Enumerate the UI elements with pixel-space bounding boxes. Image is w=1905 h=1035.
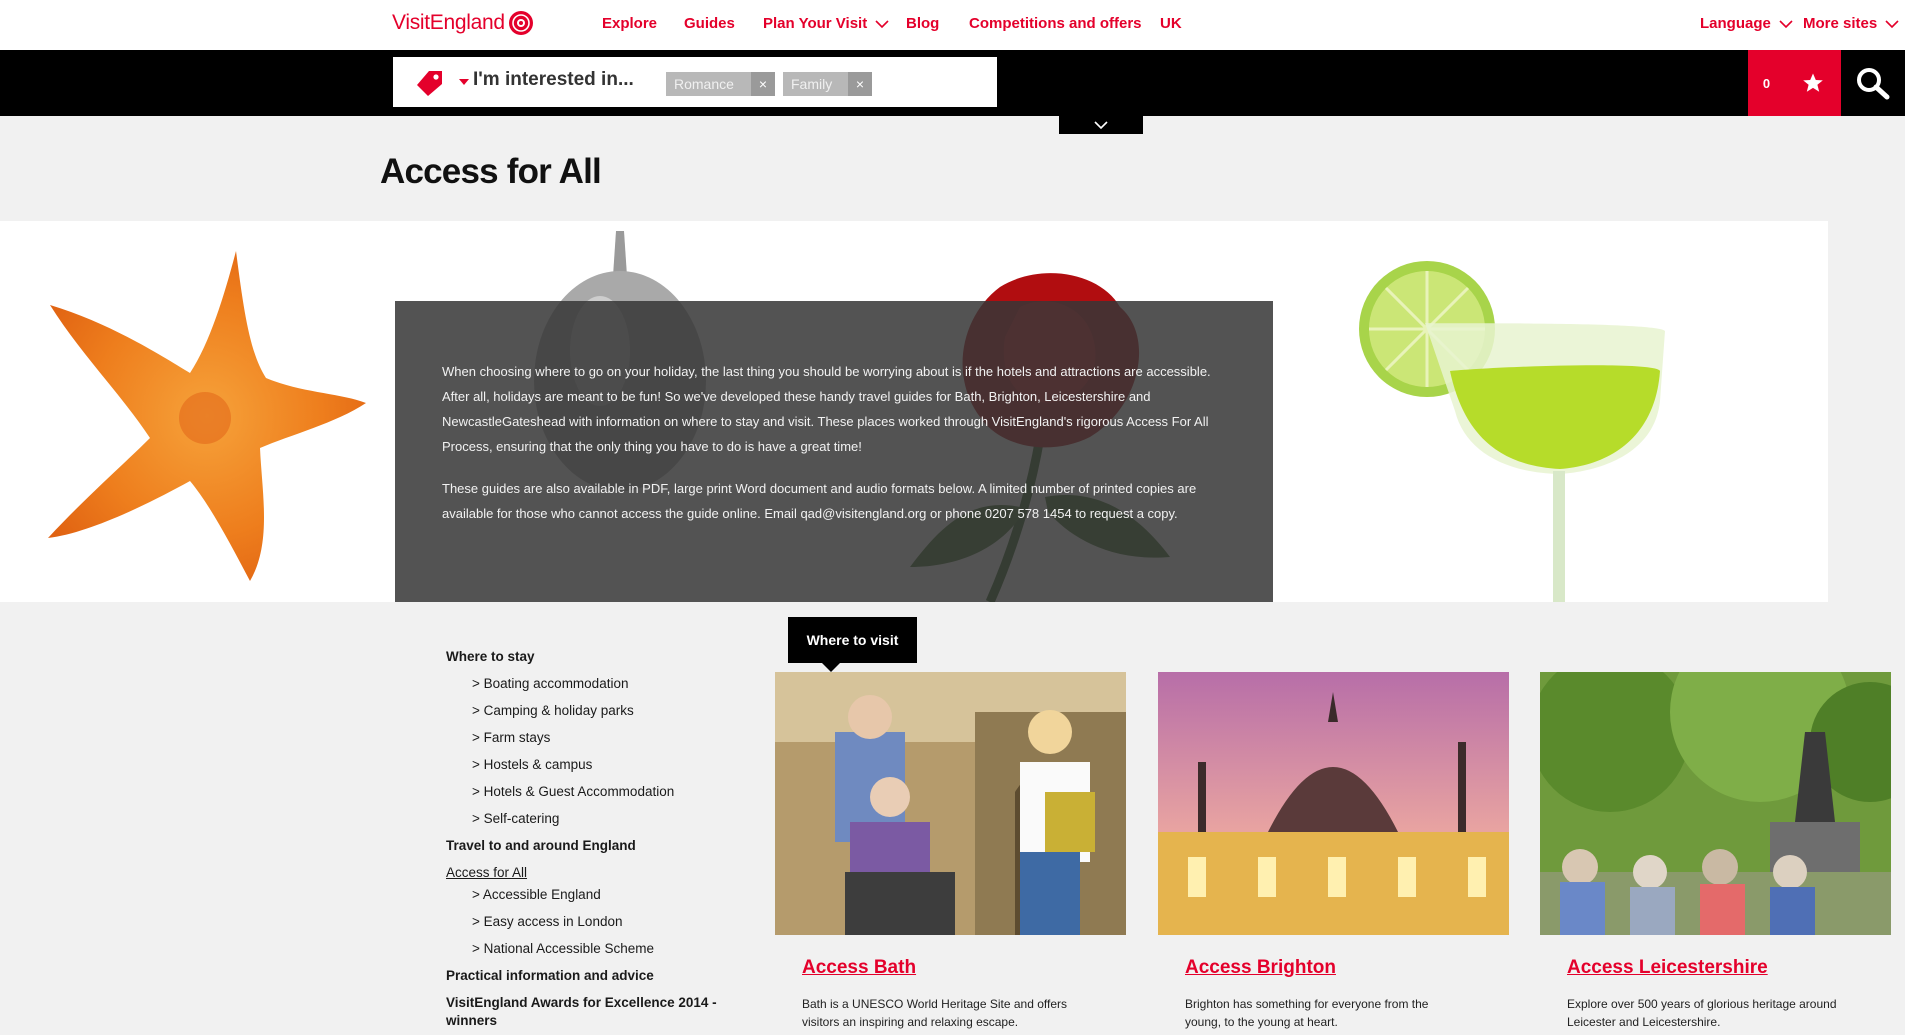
nav-explore-label: Explore <box>602 15 658 32</box>
filter-chip-family: Family × <box>783 72 872 96</box>
chevron-down-icon <box>1094 121 1108 130</box>
sidebar-navigation: Where to stay > Boating accommodation > … <box>446 648 746 1030</box>
interest-search-bar: I'm interested in... Romance × Family × … <box>0 50 1905 116</box>
chevron-down-icon <box>875 19 889 28</box>
nav-explore[interactable]: Explore <box>602 15 657 32</box>
nav-guides-label: Guides <box>684 15 735 32</box>
destination-card-leicestershire: Access Leicestershire Explore over 500 y… <box>1540 672 1891 1031</box>
star-icon <box>1803 73 1823 92</box>
card-title-leicestershire[interactable]: Access Leicestershire <box>1567 957 1768 979</box>
nav-blog-label: Blog <box>906 15 940 32</box>
tag-icon <box>417 71 442 96</box>
chevron-down-icon <box>1779 19 1793 28</box>
language-label: Language <box>1700 15 1771 32</box>
visitengland-logo[interactable]: VisitEngland <box>392 10 534 36</box>
chevron-down-icon <box>1885 19 1899 28</box>
bath-photo[interactable] <box>775 672 1126 935</box>
close-icon[interactable]: × <box>848 72 872 96</box>
brand-name: VisitEngland <box>392 11 505 34</box>
tab-where-to-visit[interactable]: Where to visit <box>788 617 917 663</box>
favourites-button[interactable] <box>1785 50 1841 116</box>
chip-label: Family <box>791 76 833 92</box>
intro-paragraph: These guides are also available in PDF, … <box>442 481 1197 521</box>
nav-guides[interactable]: Guides <box>684 15 735 32</box>
intro-paragraph: When choosing where to go on your holida… <box>442 364 1211 454</box>
destination-card-bath: Access Bath Bath is a UNESCO World Herit… <box>775 672 1126 1031</box>
rose-emblem-icon <box>508 11 533 35</box>
brighton-photo[interactable] <box>1158 672 1509 935</box>
starfish-image <box>48 251 366 581</box>
card-title-brighton[interactable]: Access Brighton <box>1185 957 1336 979</box>
interest-search-box[interactable]: I'm interested in... Romance × Family × <box>393 57 997 107</box>
more-sites-label: More sites <box>1803 15 1878 32</box>
sidebar-item-awards[interactable]: VisitEngland Awards for Excellence 2014 … <box>446 994 736 1030</box>
nav-blog[interactable]: Blog <box>906 15 939 32</box>
search-button[interactable] <box>1841 50 1905 116</box>
sidebar-item-camping[interactable]: > Camping & holiday parks <box>446 702 746 729</box>
more-sites-menu[interactable]: More sites <box>1803 15 1899 32</box>
caret-down-icon[interactable] <box>459 79 469 85</box>
card-description: Brighton has something for everyone from… <box>1185 997 1429 1029</box>
hero-banner: When choosing where to go on your holida… <box>0 221 1828 602</box>
leicestershire-photo[interactable] <box>1540 672 1891 935</box>
tab-pointer <box>822 663 840 672</box>
nav-plan-your-visit-label: Plan Your Visit <box>763 15 868 32</box>
card-description: Bath is a UNESCO World Heritage Site and… <box>802 997 1068 1029</box>
page-title: Access for All <box>380 152 602 191</box>
nav-uk-label: UK <box>1160 15 1182 32</box>
expand-search-tab[interactable] <box>1059 116 1143 134</box>
filter-chip-romance: Romance × <box>666 72 775 96</box>
chip-label: Romance <box>674 76 734 92</box>
sidebar-item-practical-info[interactable]: Practical information and advice <box>446 967 746 994</box>
sidebar-item-easy-access-london[interactable]: > Easy access in London <box>446 913 746 940</box>
sidebar-item-hostels[interactable]: > Hostels & campus <box>446 756 746 783</box>
sidebar-item-boating[interactable]: > Boating accommodation <box>446 675 746 702</box>
sidebar-item-self-catering[interactable]: > Self-catering <box>446 810 746 837</box>
sidebar-item-where-to-stay[interactable]: Where to stay <box>446 648 746 675</box>
sidebar-item-farm-stays[interactable]: > Farm stays <box>446 729 746 756</box>
close-icon[interactable]: × <box>751 72 775 96</box>
destination-card-brighton: Access Brighton Brighton has something f… <box>1158 672 1509 1031</box>
sidebar-item-travel[interactable]: Travel to and around England <box>446 837 746 864</box>
sidebar-item-accessible-england[interactable]: > Accessible England <box>446 886 746 913</box>
intro-overlay: When choosing where to go on your holida… <box>395 301 1273 602</box>
search-icon <box>1857 68 1890 100</box>
nav-competitions[interactable]: Competitions and offers <box>969 15 1142 32</box>
language-menu[interactable]: Language <box>1700 15 1793 32</box>
favourites-count-badge[interactable]: 0 <box>1748 50 1785 116</box>
card-title-bath[interactable]: Access Bath <box>802 957 916 979</box>
sidebar-item-hotels[interactable]: > Hotels & Guest Accommodation <box>446 783 746 810</box>
sidebar-item-access-for-all[interactable]: Access for All <box>446 864 746 886</box>
nav-uk[interactable]: UK <box>1160 15 1182 32</box>
card-description: Explore over 500 years of glorious herit… <box>1567 997 1837 1029</box>
margarita-image <box>1359 261 1665 602</box>
nav-plan-your-visit[interactable]: Plan Your Visit <box>763 15 889 32</box>
interest-label: I'm interested in... <box>473 69 634 90</box>
top-navigation: VisitEngland Explore Guides Plan Your Vi… <box>0 0 1905 50</box>
sidebar-item-national-accessible-scheme[interactable]: > National Accessible Scheme <box>446 940 746 967</box>
nav-competitions-label: Competitions and offers <box>969 15 1142 32</box>
